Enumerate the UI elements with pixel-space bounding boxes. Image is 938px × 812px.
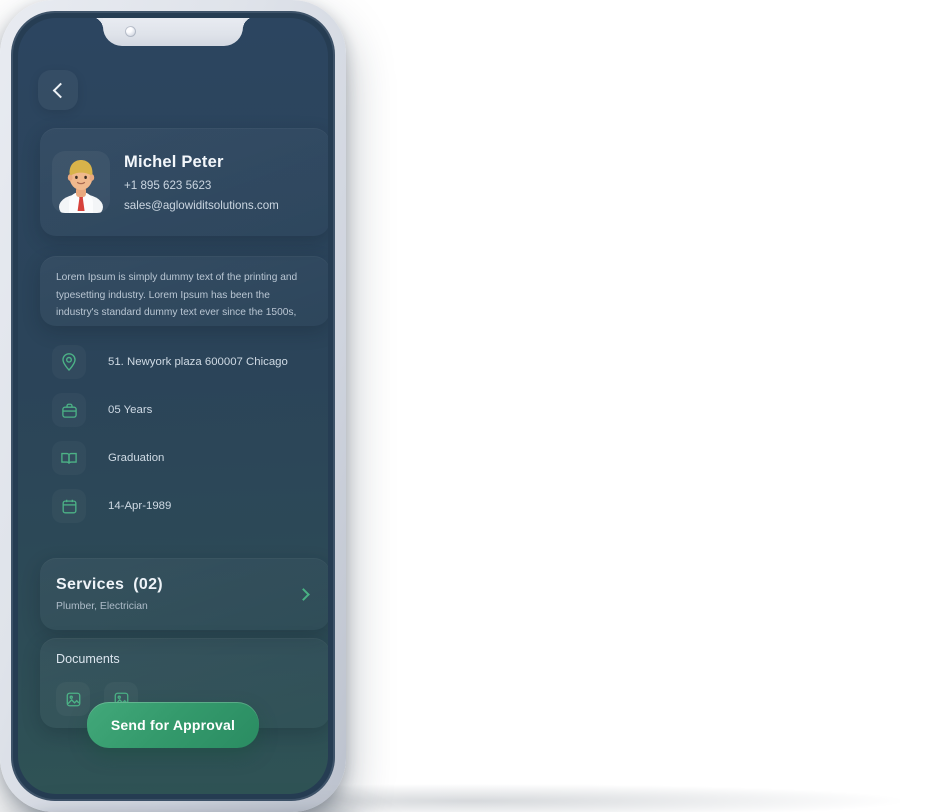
phone-bezel-right: Michel Peter +1 895 623 5623 sales@aglow…: [11, 11, 335, 801]
phone-notch-right: [91, 18, 243, 46]
profile-email[interactable]: sales@aglowiditsolutions.com: [124, 199, 279, 212]
services-card[interactable]: Services (02) Plumber, Electrician: [40, 558, 328, 630]
detail-row-birthdate: 14-Apr-1989: [40, 482, 328, 530]
chevron-left-icon: [52, 82, 68, 98]
location-pin-icon: [52, 345, 86, 379]
back-button-right[interactable]: [38, 70, 78, 110]
detail-row-address: 51. Newyork plaza 600007 Chicago: [40, 338, 328, 386]
send-for-approval-button[interactable]: Send for Approval: [87, 702, 259, 748]
services-count: (02): [133, 576, 163, 593]
image-document-icon[interactable]: [56, 682, 90, 716]
book-icon: [52, 441, 86, 475]
about-text: Lorem Ipsum is simply dummy text of the …: [56, 272, 298, 318]
chevron-right-icon[interactable]: [297, 587, 310, 601]
details-list: 51. Newyork plaza 600007 Chicago 05 Year…: [40, 338, 328, 530]
calendar-icon: [52, 489, 86, 523]
detail-experience-text: 05 Years: [108, 404, 153, 416]
detail-row-experience: 05 Years: [40, 386, 328, 434]
mockup-stage: Michel Peter +1 895 623 5623 sales@aglow…: [0, 0, 938, 812]
detail-row-education: Graduation: [40, 434, 328, 482]
services-subtitle: Plumber, Electrician: [56, 601, 148, 612]
profile-card-right: Michel Peter +1 895 623 5623 sales@aglow…: [40, 128, 328, 236]
detail-address-text: 51. Newyork plaza 600007 Chicago: [108, 356, 288, 368]
profile-name-right: Michel Peter: [124, 152, 224, 171]
detail-education-text: Graduation: [108, 452, 165, 464]
profile-phone[interactable]: +1 895 623 5623: [124, 179, 279, 192]
screen-right: Michel Peter +1 895 623 5623 sales@aglow…: [18, 18, 328, 794]
phone-frame-right: Michel Peter +1 895 623 5623 sales@aglow…: [0, 0, 346, 812]
front-camera-icon: [125, 26, 136, 37]
user-avatar-illustration: [59, 160, 103, 213]
detail-birthdate-text: 14-Apr-1989: [108, 500, 172, 512]
documents-title: Documents: [56, 652, 120, 666]
services-title: Services: [56, 576, 125, 593]
about-card: Lorem Ipsum is simply dummy text of the …: [40, 256, 328, 326]
phone-device-right: Michel Peter +1 895 623 5623 sales@aglow…: [0, 0, 346, 812]
briefcase-icon: [52, 393, 86, 427]
avatar: [52, 151, 110, 213]
